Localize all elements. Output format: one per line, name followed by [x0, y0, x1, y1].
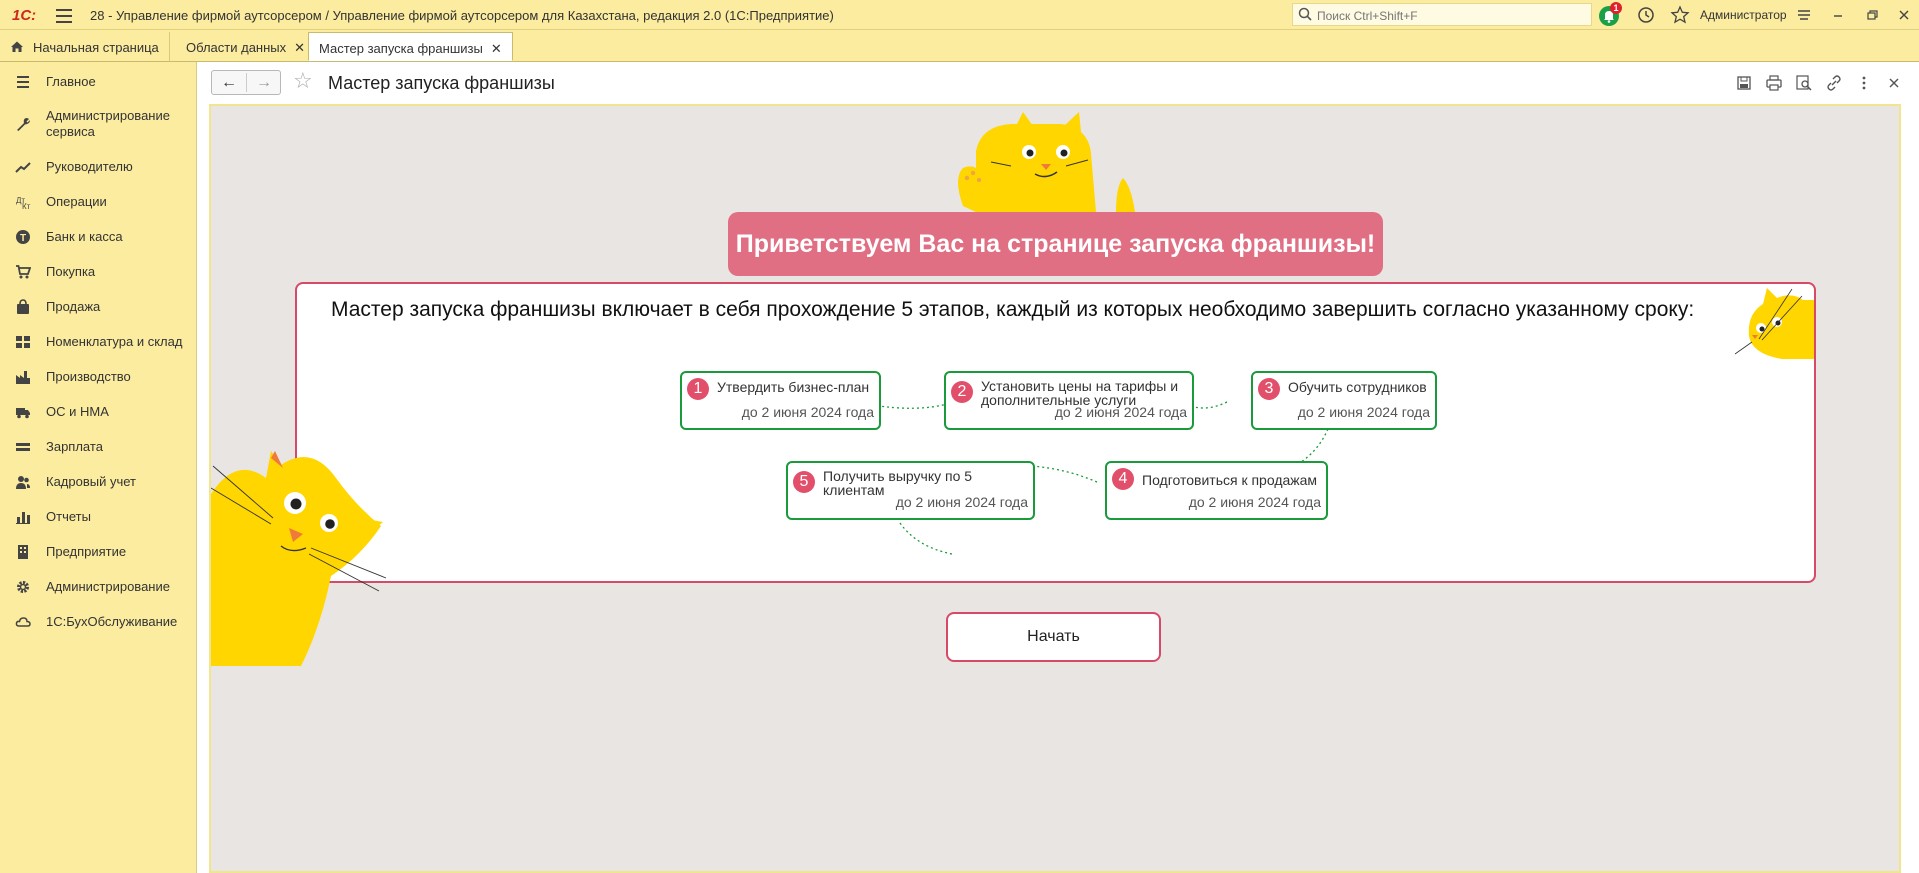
close-form-icon[interactable]	[1884, 73, 1904, 93]
sidebar-item-label: Главное	[46, 74, 96, 89]
preview-icon[interactable]	[1794, 73, 1814, 93]
sidebar: Главное Администрирование сервиса Руково…	[0, 62, 197, 873]
page-title: Мастер запуска франшизы	[328, 73, 555, 93]
bag-icon	[17, 299, 29, 314]
tab-franchise-wizard[interactable]: Мастер запуска франшизы ✕	[308, 32, 513, 61]
sidebar-item-label: Банк и касса	[46, 229, 123, 244]
sidebar-item-enterprise[interactable]: Предприятие	[0, 544, 196, 562]
sidebar-item-label: Руководителю	[46, 159, 133, 174]
sidebar-item-label: Администрирование	[46, 579, 170, 594]
link-icon[interactable]	[1824, 73, 1844, 93]
print-icon[interactable]	[1764, 73, 1784, 93]
sidebar-item-reports[interactable]: Отчеты	[0, 509, 196, 527]
settings-menu-icon[interactable]	[1793, 4, 1815, 26]
restore-icon[interactable]	[1861, 4, 1883, 26]
1c-logo: 1С:	[12, 7, 37, 24]
svg-text:Т: Т	[20, 233, 26, 244]
sidebar-item-label: Покупка	[46, 264, 96, 279]
sidebar-item-manager[interactable]: Руководителю	[0, 159, 196, 177]
wizard-form: Приветствуем Вас на странице запуска фра…	[209, 104, 1901, 873]
tab-label: Начальная страница	[33, 40, 159, 55]
main-menu-icon[interactable]	[54, 5, 74, 25]
money-icon	[16, 443, 30, 451]
user-name[interactable]: Администратор	[1700, 8, 1787, 22]
global-search[interactable]	[1292, 3, 1592, 26]
more-actions-icon[interactable]	[1854, 73, 1874, 93]
trend-chart-icon	[15, 162, 31, 173]
sidebar-item-buh-service[interactable]: 1С:БухОбслуживание	[0, 614, 196, 632]
close-icon[interactable]	[1893, 4, 1915, 26]
sidebar-item-production[interactable]: Производство	[0, 369, 196, 387]
sidebar-item-purchase[interactable]: Покупка	[0, 264, 196, 282]
navigation-buttons: ← →	[211, 70, 281, 95]
search-input[interactable]	[1315, 6, 1589, 25]
gear-icon	[17, 581, 29, 593]
menu-icon	[17, 76, 29, 88]
bar-chart-icon	[16, 512, 30, 524]
sidebar-item-administration[interactable]: Администрирование	[0, 579, 196, 597]
forward-arrow-icon[interactable]: →	[247, 73, 281, 92]
sidebar-item-operations[interactable]: Дт Кт Операции	[0, 194, 196, 212]
sidebar-item-main[interactable]: Главное	[0, 74, 196, 92]
sidebar-item-service-admin[interactable]: Администрирование сервиса	[0, 108, 196, 142]
bank-icon: Т	[16, 230, 30, 244]
sidebar-item-label: Администрирование сервиса	[46, 108, 170, 139]
building-icon	[18, 545, 28, 559]
factory-icon	[16, 371, 30, 384]
operations-icon: ДтКт	[16, 196, 31, 210]
grid-icon	[16, 336, 30, 348]
close-tab-icon[interactable]: ✕	[294, 40, 305, 55]
star-icon[interactable]	[1669, 4, 1691, 26]
cloud-icon	[15, 617, 31, 627]
svg-text:Кт: Кт	[22, 202, 31, 210]
notifications-button[interactable]: 1	[1598, 2, 1622, 26]
tabs-bar: Начальная страница Области данных ✕ Масте…	[0, 30, 1919, 62]
notification-badge: 1	[1610, 2, 1622, 14]
close-tab-icon[interactable]: ✕	[491, 41, 502, 56]
start-button[interactable]: Начать	[946, 612, 1161, 662]
welcome-banner: Приветствуем Вас на странице запуска фра…	[728, 212, 1383, 276]
back-arrow-icon[interactable]: ←	[212, 73, 247, 92]
truck-icon	[16, 408, 30, 419]
sidebar-item-sales[interactable]: Продажа	[0, 299, 196, 317]
history-icon[interactable]	[1635, 4, 1657, 26]
content-area: ← → ☆ Мастер запуска франшизы Приветству…	[197, 62, 1919, 873]
sidebar-item-label: Кадровый учет	[46, 474, 136, 489]
tab-home[interactable]: Начальная страница	[0, 32, 170, 61]
sidebar-item-salary[interactable]: Зарплата	[0, 439, 196, 457]
sidebar-item-label: Продажа	[46, 299, 101, 314]
sidebar-item-bank[interactable]: Т Банк и касса	[0, 229, 196, 247]
tab-data-areas[interactable]: Области данных ✕	[176, 32, 317, 61]
favorite-star-icon[interactable]: ☆	[293, 70, 313, 92]
tab-label: Мастер запуска франшизы	[319, 41, 483, 56]
sidebar-item-label: Предприятие	[46, 544, 127, 559]
sidebar-item-label: 1С:БухОбслуживание	[46, 614, 178, 629]
sidebar-item-hr[interactable]: Кадровый учет	[0, 474, 196, 492]
search-icon	[1298, 7, 1312, 21]
sidebar-item-label: ОС и НМА	[46, 404, 109, 419]
home-icon	[11, 41, 23, 52]
sidebar-item-fixed-assets[interactable]: ОС и НМА	[0, 404, 196, 422]
wrench-icon	[17, 118, 30, 131]
people-icon	[16, 476, 30, 489]
sidebar-item-label: Производство	[46, 369, 131, 384]
sidebar-item-label: Операции	[46, 194, 107, 209]
app-title: 28 - Управление фирмой аутсорсером / Упр…	[90, 8, 834, 23]
sidebar-item-label: Зарплата	[46, 439, 103, 454]
cart-icon	[16, 265, 31, 279]
sidebar-item-nomenclature[interactable]: Номенклатура и склад	[0, 334, 196, 352]
sidebar-item-label: Отчеты	[46, 509, 91, 524]
minimize-icon[interactable]	[1827, 4, 1849, 26]
big-cat-illustration	[211, 451, 387, 666]
save-icon[interactable]	[1734, 73, 1754, 93]
tab-label: Области данных	[186, 40, 287, 55]
title-bar: 1С: 28 - Управление фирмой аутсорсером /…	[0, 0, 1919, 30]
sidebar-item-label: Номенклатура и склад	[46, 334, 183, 349]
